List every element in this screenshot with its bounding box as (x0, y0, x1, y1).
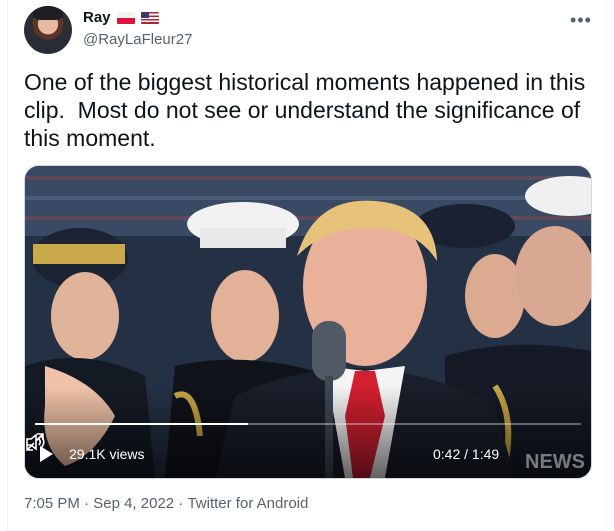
tweet-source[interactable]: Twitter for Android (187, 495, 308, 512)
us-flag-icon (140, 11, 159, 24)
tweet-text: One of the biggest historical moments ha… (24, 69, 592, 151)
poland-flag-icon (116, 11, 135, 24)
author-name[interactable]: Ray (83, 9, 111, 26)
tweet-time[interactable]: 7:05 PM (24, 495, 80, 512)
author-name-row[interactable]: Ray (83, 9, 159, 26)
fullscreen-icon[interactable] (25, 432, 45, 452)
video-views: 29.1K views (69, 446, 145, 462)
video-progress-fill (35, 423, 248, 425)
separator-dot: · (79, 495, 94, 512)
more-options-icon[interactable]: ••• (570, 10, 592, 31)
video-time: 0:42 / 1:49 (433, 446, 500, 462)
tweet-metadata: 7:05 PM · Sep 4, 2022 · Twitter for Andr… (24, 495, 308, 512)
author-handle[interactable]: @RayLaFleur27 (83, 31, 192, 48)
avatar[interactable] (24, 6, 72, 54)
video-player[interactable]: NEWS 29.1K views 0:42 / 1:49 (24, 165, 592, 479)
video-progress-bar[interactable] (35, 423, 581, 425)
tweet-date[interactable]: Sep 4, 2022 (93, 495, 174, 512)
video-controls: 29.1K views 0:42 / 1:49 (25, 432, 591, 472)
separator-dot: · (174, 495, 188, 512)
